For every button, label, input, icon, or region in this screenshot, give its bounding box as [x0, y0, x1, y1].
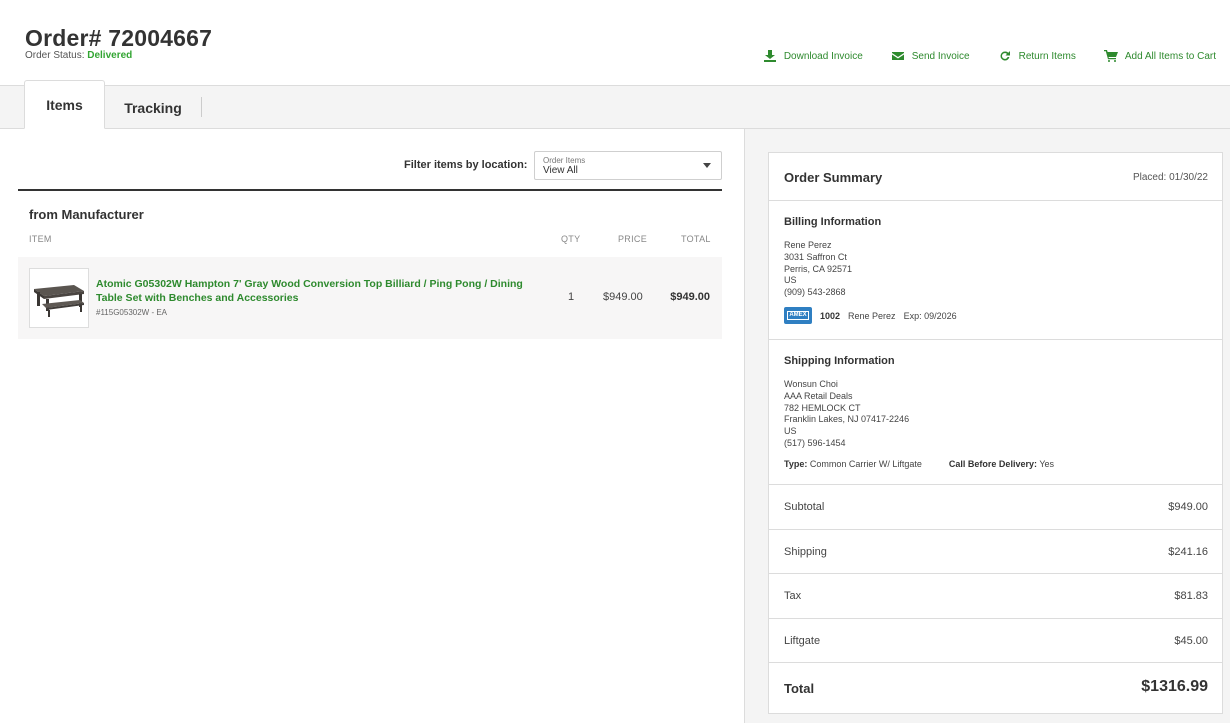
shipping-type-value: Common Carrier W/ Liftgate: [809, 459, 922, 469]
item-sku: #115G05302W - EA: [96, 308, 168, 317]
column-header-total: TOTAL: [681, 234, 711, 244]
shipping-line: AAA Retail Deals: [784, 390, 853, 401]
summary-row-shipping: Shipping $241.16: [769, 530, 1222, 574]
billing-line: Rene Perez: [784, 240, 832, 250]
card-last4: 1002: [820, 310, 841, 321]
download-invoice-button[interactable]: Download Invoice: [763, 50, 863, 62]
download-invoice-label: Download Invoice: [783, 50, 863, 62]
tab-tracking[interactable]: Tracking: [105, 86, 201, 129]
order-status-label: Order Status:: [25, 50, 85, 61]
order-title: Order# 72004667: [25, 25, 213, 51]
table-row: Atomic G05302W Hampton 7' Gray Wood Conv…: [18, 257, 722, 339]
section-title: from Manufacturer: [29, 207, 144, 222]
summary-label: Liftgate: [784, 635, 821, 647]
shipping-type-label: Type:: [784, 459, 808, 469]
billing-title: Billing Information: [784, 216, 882, 228]
add-all-to-cart-label: Add All Items to Cart: [1124, 50, 1216, 62]
shipping-information: Shipping Information Wonsun Choi AAA Ret…: [769, 340, 1222, 485]
location-filter-select[interactable]: Order Items View All: [534, 151, 722, 180]
tab-items[interactable]: Items: [24, 80, 105, 129]
order-status-value: Delivered: [87, 50, 133, 61]
summary-label: Subtotal: [784, 501, 825, 513]
envelope-icon: [891, 50, 905, 62]
summary-row-liftgate: Liftgate $45.00: [769, 619, 1222, 663]
summary-value: $949.00: [1168, 501, 1208, 513]
shipping-title: Shipping Information: [784, 355, 895, 367]
billing-address: Rene Perez 3031 Saffron Ct Perris, CA 92…: [784, 240, 852, 299]
billing-line: (909) 543-2868: [784, 287, 846, 298]
send-invoice-label: Send Invoice: [911, 50, 970, 62]
order-summary-card: Order Summary Placed: 01/30/22 Billing I…: [768, 152, 1223, 714]
shipping-address: Wonsun Choi AAA Retail Deals 782 HEMLOCK…: [784, 379, 909, 450]
call-before-delivery-value: Yes: [1039, 459, 1054, 469]
tab-divider: [201, 97, 202, 117]
page-header: Order# 72004667 Order Status: Delivered …: [0, 0, 1230, 86]
item-name-link[interactable]: Atomic G05302W Hampton 7' Gray Wood Conv…: [96, 277, 546, 305]
card-name: Rene Perez: [848, 310, 896, 321]
summary-row-tax: Tax $81.83: [769, 574, 1222, 619]
shipping-line: 782 HEMLOCK CT: [784, 402, 861, 413]
summary-value: $81.83: [1174, 590, 1208, 602]
table-thumbnail[interactable]: [29, 268, 89, 328]
billing-information: Billing Information Rene Perez 3031 Saff…: [769, 201, 1222, 340]
cart-icon: [1103, 50, 1118, 62]
item-total: $949.00: [670, 291, 710, 303]
filter-select-caption: Order Items: [543, 156, 586, 165]
add-all-to-cart-button[interactable]: Add All Items to Cart: [1103, 50, 1216, 62]
summary-value: $241.16: [1168, 546, 1208, 558]
total-label: Total: [784, 681, 815, 696]
amex-card-icon: AMEX: [784, 307, 812, 324]
item-price: $949.00: [603, 291, 643, 303]
order-actions: Download Invoice Send Invoice Return Ite…: [735, 50, 1216, 62]
summary-label: Shipping: [784, 546, 827, 558]
return-items-label: Return Items: [1018, 50, 1076, 62]
shipping-line: Franklin Lakes, NJ 07417-2246: [784, 414, 910, 425]
shipping-line: Wonsun Choi: [784, 379, 838, 389]
section-divider: [18, 189, 722, 191]
send-invoice-button[interactable]: Send Invoice: [891, 50, 970, 62]
payment-method: AMEX 1002 Rene Perez Exp: 09/2026: [784, 307, 957, 324]
summary-value: $45.00: [1174, 635, 1208, 647]
refresh-icon: [998, 50, 1012, 62]
column-header-item: ITEM: [29, 234, 52, 244]
chevron-down-icon: [703, 163, 711, 168]
shipping-line: (517) 596-1454: [784, 437, 846, 448]
filter-select-value: View All: [543, 165, 578, 176]
summary-title: Order Summary: [784, 170, 883, 185]
billing-line: US: [784, 275, 797, 286]
order-status: Order Status: Delivered: [25, 50, 132, 61]
summary-label: Tax: [784, 590, 802, 602]
total-value: $1316.99: [1141, 678, 1208, 695]
return-items-button[interactable]: Return Items: [998, 50, 1076, 62]
summary-header: Order Summary Placed: 01/30/22: [769, 153, 1222, 201]
tab-bar: Items Tracking: [0, 80, 1230, 129]
items-panel: Filter items by location: Order Items Vi…: [0, 129, 744, 723]
billing-line: Perris, CA 92571: [784, 263, 853, 274]
summary-row-total: Total $1316.99: [769, 663, 1222, 715]
column-header-qty: QTY: [561, 234, 581, 244]
billing-line: 3031 Saffron Ct: [784, 251, 847, 262]
summary-panel: Order Summary Placed: 01/30/22 Billing I…: [744, 129, 1230, 723]
call-before-delivery-label: Call Before Delivery:: [948, 459, 1037, 469]
shipping-line: US: [784, 426, 797, 437]
filter-label: Filter items by location:: [404, 159, 528, 171]
item-qty: 1: [568, 291, 575, 303]
card-expiry: Exp: 09/2026: [903, 310, 957, 321]
download-icon: [763, 50, 777, 62]
placed-date: Placed: 01/30/22: [1132, 172, 1208, 183]
shipping-meta: Type: Common Carrier W/ Liftgate Call Be…: [784, 459, 1054, 469]
column-header-price: PRICE: [618, 234, 648, 244]
summary-row-subtotal: Subtotal $949.00: [769, 485, 1222, 530]
